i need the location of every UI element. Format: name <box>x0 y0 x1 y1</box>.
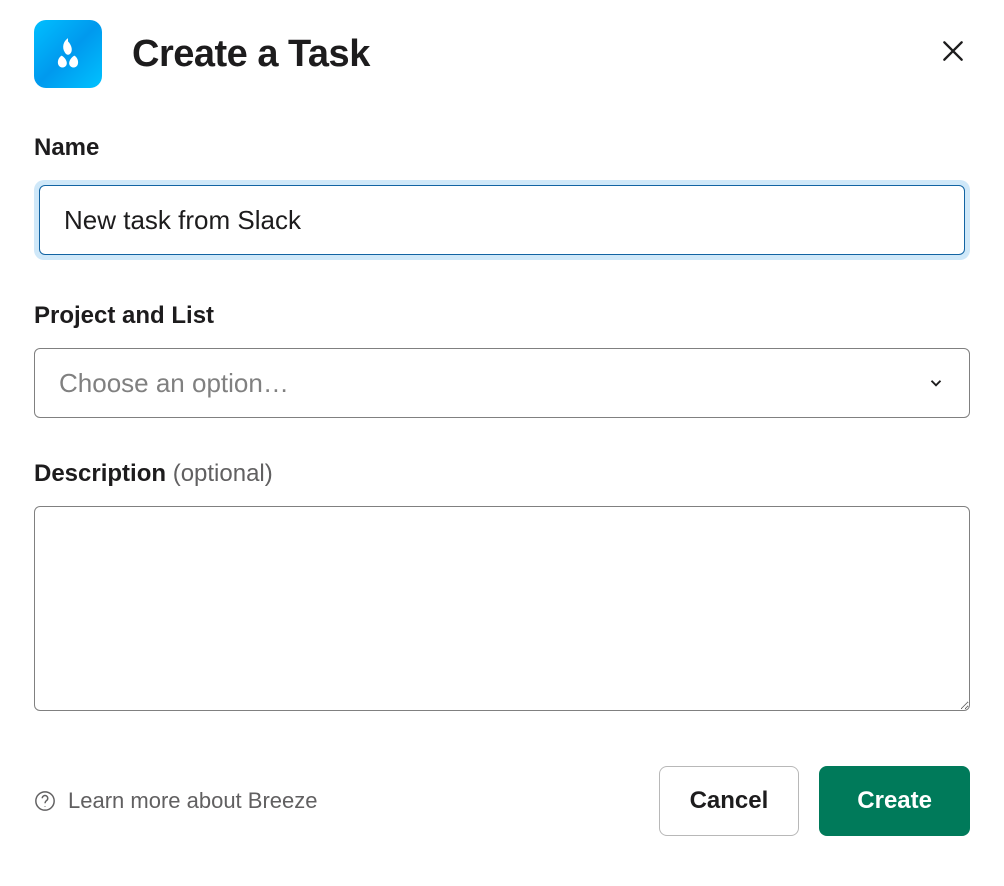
description-optional-text: (optional) <box>173 460 273 487</box>
project-field-group: Project and List Choose an option… <box>34 302 970 418</box>
modal-title: Create a Task <box>132 33 370 76</box>
footer-buttons: Cancel Create <box>659 766 970 836</box>
project-label: Project and List <box>34 302 970 330</box>
help-link[interactable]: Learn more about Breeze <box>34 788 318 814</box>
help-link-text: Learn more about Breeze <box>68 788 318 814</box>
modal-footer: Learn more about Breeze Cancel Create <box>34 766 970 836</box>
description-textarea[interactable] <box>34 506 970 711</box>
breeze-icon <box>49 35 87 73</box>
cancel-button[interactable]: Cancel <box>659 766 800 836</box>
breeze-app-icon <box>34 20 102 88</box>
chevron-down-icon <box>927 368 945 399</box>
name-field-group: Name <box>34 134 970 260</box>
create-button[interactable]: Create <box>819 766 970 836</box>
project-select-placeholder: Choose an option… <box>59 368 289 399</box>
project-select-wrapper: Choose an option… <box>34 348 970 418</box>
close-icon <box>940 38 966 64</box>
name-input-focus-ring <box>34 180 970 260</box>
name-label: Name <box>34 134 970 162</box>
close-button[interactable] <box>936 34 970 68</box>
project-select[interactable]: Choose an option… <box>34 348 970 418</box>
description-label: Description (optional) <box>34 460 970 488</box>
description-field-group: Description (optional) <box>34 460 970 716</box>
name-input[interactable] <box>39 185 965 255</box>
help-icon <box>34 790 56 812</box>
